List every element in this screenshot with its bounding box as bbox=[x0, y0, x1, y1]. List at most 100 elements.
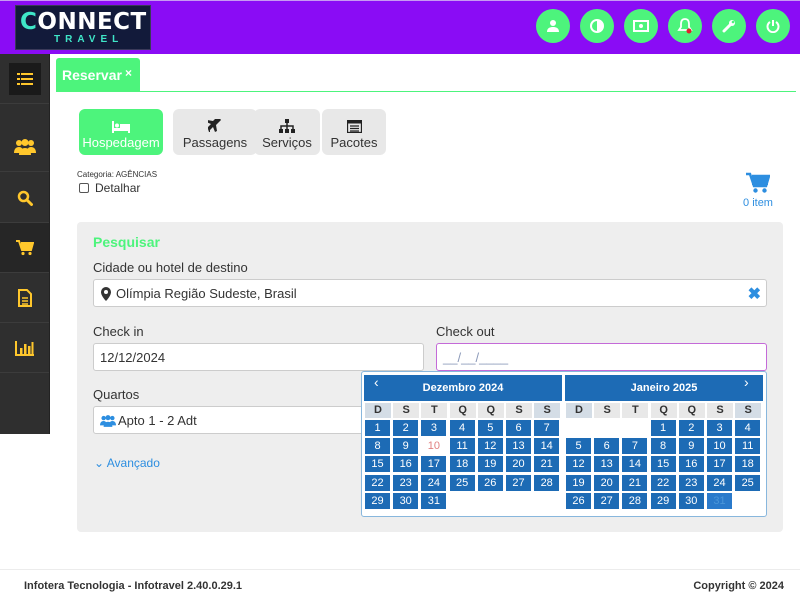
calendar-day[interactable]: 15 bbox=[365, 456, 390, 473]
calendar-day[interactable]: 3 bbox=[707, 420, 732, 436]
detalhar-checkbox[interactable]: Detalhar bbox=[79, 181, 140, 195]
calendar-day[interactable]: 26 bbox=[477, 474, 503, 491]
checkout-field[interactable]: __/__/____ bbox=[436, 343, 767, 371]
calendar-day[interactable]: 22 bbox=[365, 474, 390, 491]
calendar-day[interactable]: 27 bbox=[594, 492, 620, 509]
next-month-icon[interactable]: › bbox=[744, 374, 749, 390]
logo[interactable]: CONNECT TRAVEL bbox=[15, 5, 151, 50]
calendar-day[interactable]: 8 bbox=[650, 438, 676, 455]
finance-button[interactable] bbox=[624, 9, 658, 43]
sidebar-item-search[interactable] bbox=[0, 173, 49, 223]
weekday-header: D bbox=[365, 403, 391, 418]
calendar-day[interactable]: 25 bbox=[735, 474, 761, 491]
calendar-day[interactable]: 10 bbox=[707, 438, 732, 455]
calendar-day[interactable]: 24 bbox=[421, 474, 447, 491]
calendar-day[interactable]: 13 bbox=[506, 438, 531, 455]
calendar-day[interactable]: 16 bbox=[678, 456, 704, 473]
checkin-label: Check in bbox=[93, 324, 144, 339]
calendar-day[interactable]: 18 bbox=[735, 456, 761, 473]
calendar-day[interactable]: 2 bbox=[678, 420, 704, 436]
calendar-day[interactable]: 18 bbox=[449, 456, 475, 473]
checkin-field[interactable]: 12/12/2024 bbox=[93, 343, 424, 371]
calendar-day[interactable]: 31 bbox=[707, 492, 732, 509]
calendar-day[interactable]: 8 bbox=[365, 438, 390, 455]
sidebar-item-users[interactable] bbox=[0, 122, 49, 172]
sidebar-item-reports[interactable] bbox=[0, 323, 49, 373]
calendar-day[interactable]: 7 bbox=[534, 420, 560, 436]
calendar-day[interactable]: 19 bbox=[566, 474, 591, 491]
calendar-day[interactable]: 6 bbox=[594, 438, 620, 455]
prev-month-icon[interactable]: ‹ bbox=[374, 374, 379, 390]
sidebar-item-documents[interactable] bbox=[0, 273, 49, 323]
calendar-day[interactable]: 21 bbox=[534, 456, 560, 473]
calendar-day[interactable]: 30 bbox=[678, 492, 704, 509]
calendar-day[interactable]: 24 bbox=[707, 474, 732, 491]
tab-reservar[interactable]: Reservar × bbox=[56, 58, 140, 91]
calendar-day[interactable]: 11 bbox=[449, 438, 475, 455]
calendar-day[interactable]: 4 bbox=[735, 420, 761, 436]
calendar-day[interactable]: 9 bbox=[393, 438, 419, 455]
bar-chart-icon bbox=[14, 340, 34, 356]
calendar-day[interactable]: 29 bbox=[650, 492, 676, 509]
checkbox-icon[interactable] bbox=[79, 183, 89, 193]
calendar-day[interactable]: 25 bbox=[449, 474, 475, 491]
tab-servicos-label: Serviços bbox=[262, 135, 312, 150]
calendar-day[interactable]: 9 bbox=[678, 438, 704, 455]
logout-button[interactable] bbox=[756, 9, 790, 43]
sidebar-menu-toggle[interactable] bbox=[0, 54, 49, 104]
footer-copyright: Copyright © 2024 bbox=[693, 580, 784, 592]
calendar-day[interactable]: 31 bbox=[421, 492, 447, 509]
calendar-day[interactable]: 1 bbox=[365, 420, 390, 436]
clear-icon[interactable]: ✖ bbox=[748, 284, 761, 304]
calendar-day[interactable]: 23 bbox=[678, 474, 704, 491]
tab-pacotes[interactable]: Pacotes bbox=[322, 109, 386, 155]
calendar-month-title: Janeiro 2025 bbox=[565, 375, 763, 401]
calendar-day[interactable]: 4 bbox=[449, 420, 475, 436]
calendar-day[interactable]: 13 bbox=[594, 456, 620, 473]
calendar-day[interactable]: 23 bbox=[393, 474, 419, 491]
calendar-day[interactable]: 2 bbox=[393, 420, 419, 436]
calendar-day[interactable]: 17 bbox=[707, 456, 732, 473]
plane-icon bbox=[208, 119, 221, 132]
calendar-day[interactable]: 28 bbox=[534, 474, 560, 491]
calendar-day[interactable]: 12 bbox=[566, 456, 591, 473]
weekday-header: S bbox=[594, 403, 621, 418]
calendar-day[interactable]: 22 bbox=[650, 474, 676, 491]
calendar-day[interactable]: 19 bbox=[477, 456, 503, 473]
tab-servicos[interactable]: Serviços bbox=[254, 109, 320, 155]
calendar-day[interactable]: 16 bbox=[393, 456, 419, 473]
calendar-day[interactable]: 10 bbox=[421, 438, 447, 455]
calendar-day[interactable]: 30 bbox=[393, 492, 419, 509]
destination-field[interactable]: Olímpia Região Sudeste, Brasil ✖ bbox=[93, 279, 767, 307]
calendar-day[interactable]: 21 bbox=[622, 474, 648, 491]
notifications-button[interactable] bbox=[668, 9, 702, 43]
advanced-toggle[interactable]: ⌄ Avançado bbox=[94, 456, 160, 470]
calendar-day[interactable]: 7 bbox=[622, 438, 648, 455]
tab-passagens[interactable]: Passagens bbox=[173, 109, 257, 155]
tab-hospedagem[interactable]: Hospedagem bbox=[79, 109, 163, 155]
contrast-icon bbox=[590, 19, 604, 33]
calendar-day[interactable]: 1 bbox=[650, 420, 676, 436]
calendar-day[interactable]: 3 bbox=[421, 420, 447, 436]
calendar-day[interactable]: 12 bbox=[477, 438, 503, 455]
calendar-day[interactable]: 14 bbox=[534, 438, 560, 455]
calendar-day[interactable]: 20 bbox=[594, 474, 620, 491]
cart-button[interactable]: 0 item bbox=[738, 172, 778, 209]
calendar-day[interactable]: 20 bbox=[506, 456, 531, 473]
calendar-day[interactable]: 6 bbox=[506, 420, 531, 436]
calendar-day[interactable]: 11 bbox=[735, 438, 761, 455]
profile-button[interactable] bbox=[536, 9, 570, 43]
theme-toggle-button[interactable] bbox=[580, 9, 614, 43]
sidebar-item-cart[interactable] bbox=[0, 223, 49, 273]
calendar-day[interactable]: 28 bbox=[622, 492, 648, 509]
tools-button[interactable] bbox=[712, 9, 746, 43]
calendar-day[interactable]: 29 bbox=[365, 492, 390, 509]
calendar-day[interactable]: 5 bbox=[566, 438, 591, 455]
calendar-day[interactable]: 27 bbox=[506, 474, 531, 491]
calendar-day[interactable]: 5 bbox=[477, 420, 503, 436]
calendar-day[interactable]: 15 bbox=[650, 456, 676, 473]
calendar-day[interactable]: 17 bbox=[421, 456, 447, 473]
calendar-day[interactable]: 14 bbox=[622, 456, 648, 473]
close-icon[interactable]: × bbox=[125, 66, 132, 80]
calendar-day[interactable]: 26 bbox=[566, 492, 591, 509]
